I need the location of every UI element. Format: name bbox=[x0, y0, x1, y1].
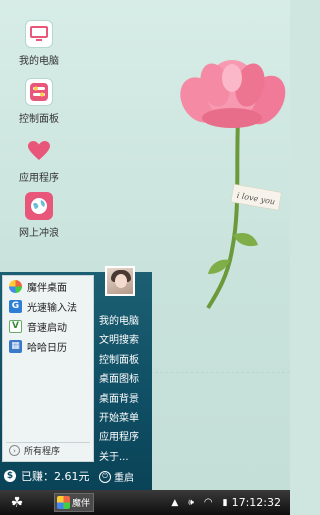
shortcut-search[interactable]: 文明搜索 bbox=[99, 331, 151, 350]
shortcut-desktop-background[interactable]: 桌面背景 bbox=[99, 390, 151, 409]
shortcut-about[interactable]: 关于... bbox=[99, 448, 151, 467]
shortcut-applications[interactable]: 应用程序 bbox=[99, 428, 151, 447]
launcher-v-icon: V bbox=[9, 319, 22, 333]
input-method-icon: G bbox=[9, 299, 22, 313]
start-menu-shortcuts: 我的电脑 文明搜索 控制面板 桌面图标 桌面背景 开始菜单 应用程序 关于... bbox=[99, 312, 151, 467]
desktop-icon-label: 网上冲浪 bbox=[19, 228, 59, 239]
desktop: 我的电脑 控制面板 应用程序 网上冲浪 i love you 魔伴桌面 G 光速… bbox=[0, 0, 290, 490]
control-panel-icon bbox=[25, 78, 53, 106]
restart-button[interactable]: ⏻ 重启 bbox=[99, 469, 134, 484]
desktop-icon-surf-web[interactable]: 网上冲浪 bbox=[8, 192, 70, 239]
earned-label: 已赚：2.61元 bbox=[21, 470, 90, 483]
earned-amount: $ 已赚：2.61元 bbox=[4, 468, 90, 484]
battery-icon[interactable]: ▮ bbox=[223, 498, 228, 508]
restart-label: 重启 bbox=[114, 473, 134, 484]
shortcut-my-computer[interactable]: 我的电脑 bbox=[99, 312, 151, 331]
desktop-icon-label: 我的电脑 bbox=[19, 56, 59, 67]
wifi-icon[interactable]: ◠ bbox=[204, 497, 213, 508]
menu-item-label: 光速输入法 bbox=[27, 302, 77, 314]
clover-icon: ☘ bbox=[10, 494, 24, 511]
taskbar-app-mobon[interactable]: 魔伴 bbox=[54, 493, 94, 512]
taskbar-clock[interactable]: 17:12:32 bbox=[232, 496, 281, 509]
shortcut-start-menu[interactable]: 开始菜单 bbox=[99, 409, 151, 428]
pinwheel-icon bbox=[57, 496, 70, 509]
menu-item-label: 音速启动 bbox=[27, 322, 67, 334]
pinwheel-icon bbox=[9, 279, 22, 293]
desktop-icon-my-computer[interactable]: 我的电脑 bbox=[8, 20, 70, 67]
volume-icon[interactable]: 🕪 bbox=[188, 498, 194, 508]
system-tray: ▲ 🕪 ◠ ▮ 17:12:32 bbox=[171, 490, 290, 515]
power-icon: ⏻ bbox=[99, 470, 111, 483]
monitor-icon bbox=[25, 20, 53, 48]
rose-wallpaper-image: i love you bbox=[180, 60, 286, 310]
menu-item-mobon-desktop[interactable]: 魔伴桌面 bbox=[3, 276, 93, 296]
all-programs-button[interactable]: › 所有程序 bbox=[6, 442, 90, 458]
desktop-icon-label: 控制面板 bbox=[19, 114, 59, 125]
menu-item-label: 哈哈日历 bbox=[27, 342, 67, 354]
money-icon: $ bbox=[4, 470, 16, 482]
shortcut-control-panel[interactable]: 控制面板 bbox=[99, 351, 151, 370]
menu-item-label: 魔伴桌面 bbox=[27, 282, 67, 294]
taskbar-app-label: 魔伴 bbox=[72, 499, 91, 509]
arrow-right-icon: › bbox=[9, 445, 20, 456]
globe-icon bbox=[25, 192, 53, 220]
desktop-icon-label: 应用程序 bbox=[19, 173, 59, 184]
wallpaper-line bbox=[150, 372, 290, 373]
desktop-icon-control-panel[interactable]: 控制面板 bbox=[8, 78, 70, 125]
calendar-icon: ▦ bbox=[9, 339, 22, 353]
menu-item-sonic-launcher[interactable]: V 音速启动 bbox=[3, 316, 93, 336]
start-menu: 魔伴桌面 G 光速输入法 V 音速启动 ▦ 哈哈日历 › 所有程序 $ 已赚：2… bbox=[0, 266, 152, 490]
start-menu-programs-panel: 魔伴桌面 G 光速输入法 V 音速启动 ▦ 哈哈日历 › 所有程序 bbox=[2, 275, 94, 462]
heart-icon bbox=[25, 137, 53, 165]
desktop-icon-applications[interactable]: 应用程序 bbox=[8, 137, 70, 184]
user-avatar[interactable] bbox=[105, 266, 135, 296]
menu-item-input-method[interactable]: G 光速输入法 bbox=[3, 296, 93, 316]
taskbar: ☘ 魔伴 ▲ 🕪 ◠ ▮ 17:12:32 bbox=[0, 490, 290, 515]
menu-item-haha-calendar[interactable]: ▦ 哈哈日历 bbox=[3, 336, 93, 356]
shortcut-desktop-icons[interactable]: 桌面图标 bbox=[99, 370, 151, 389]
tray-expand-icon[interactable]: ▲ bbox=[171, 498, 178, 508]
start-button[interactable]: ☘ bbox=[0, 490, 34, 515]
all-programs-label: 所有程序 bbox=[24, 447, 61, 457]
